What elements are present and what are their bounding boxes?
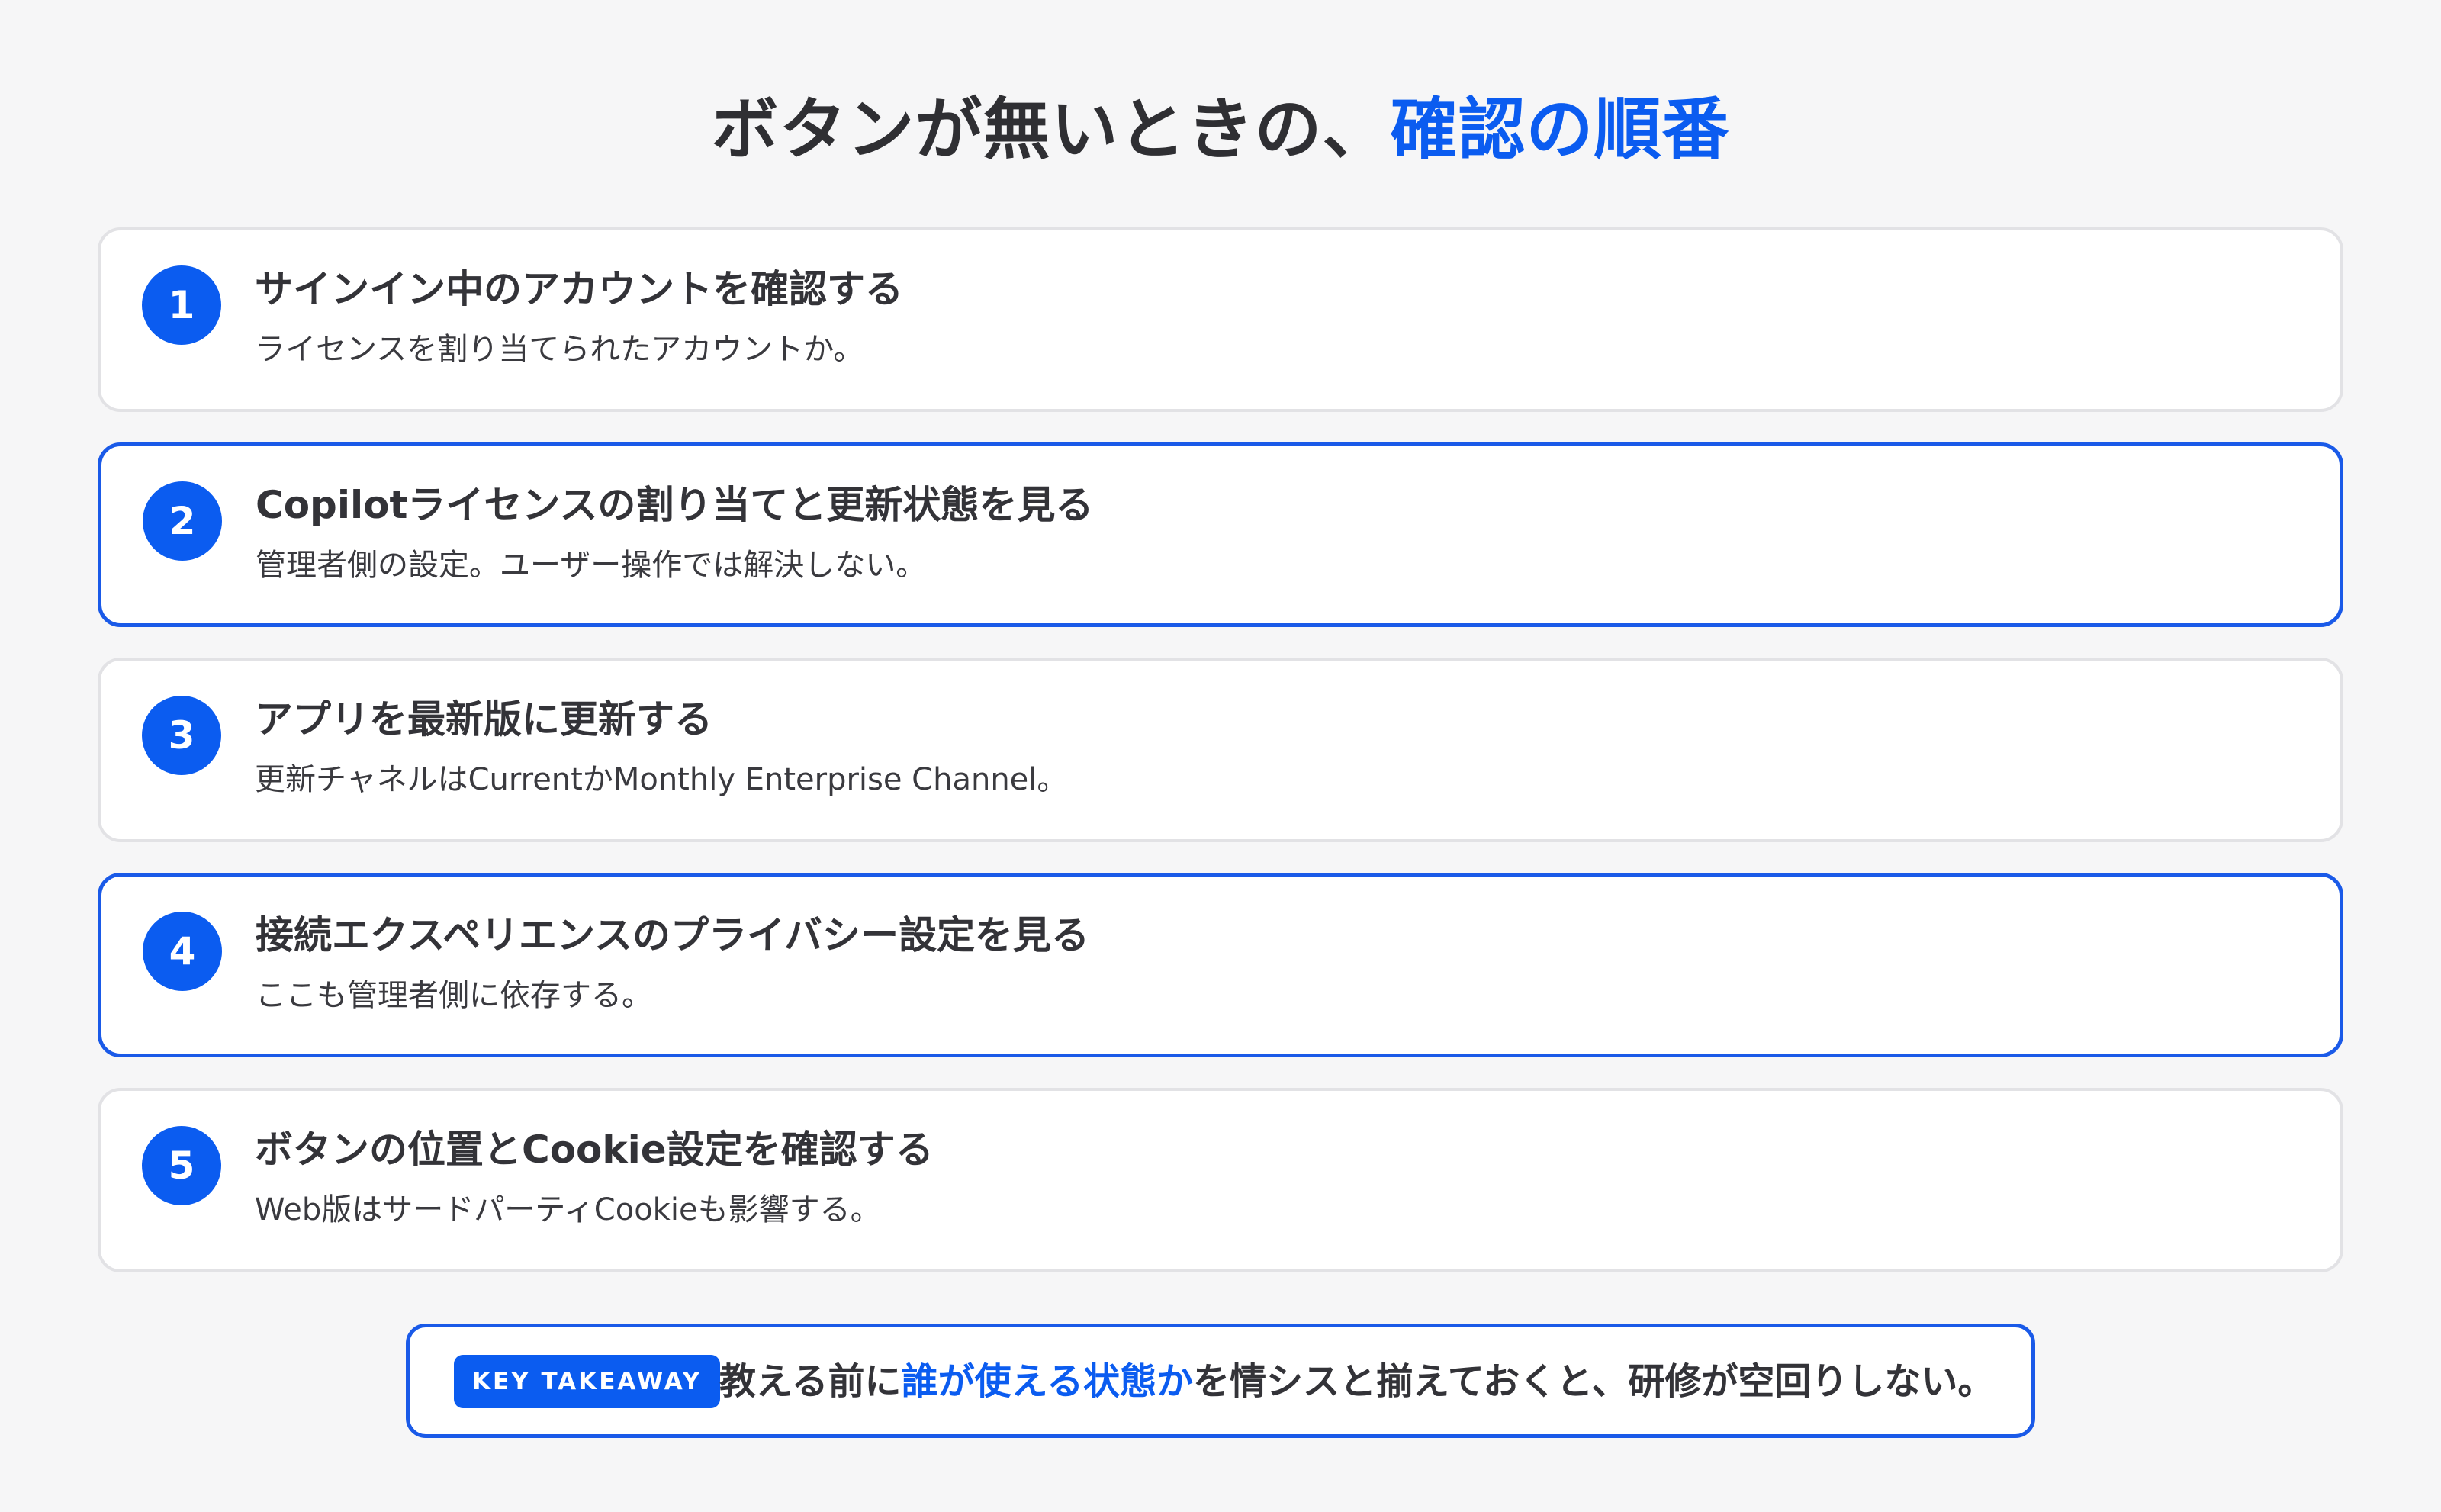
step-description: Web版はサードパーティCookieも影響する。 bbox=[255, 1192, 881, 1227]
page-title: ボタンが無いときの、確認の順番 bbox=[0, 84, 2441, 175]
page-title-accent: 確認の順番 bbox=[1390, 90, 1730, 169]
takeaway-text-before: 教える前に bbox=[719, 1360, 902, 1403]
takeaway-text-accent: 誰が使える状態か bbox=[901, 1360, 1194, 1403]
step-title: 接続エクスペリエンスのプライバシー設定を見る bbox=[256, 913, 1089, 957]
step-card-1: 1 サインイン中のアカウントを確認する ライセンスを割り当てられたアカウントか。 bbox=[98, 227, 2343, 412]
step-description: ここも管理者側に依存する。 bbox=[256, 978, 652, 1013]
takeaway-text-after: を情シスと揃えておくと、研修が空回りしない。 bbox=[1193, 1360, 1995, 1403]
step-card-4: 4 接続エクスペリエンスのプライバシー設定を見る ここも管理者側に依存する。 bbox=[98, 873, 2343, 1057]
step-number-badge: 1 bbox=[142, 265, 221, 345]
step-number-badge: 2 bbox=[143, 481, 222, 561]
step-number-badge: 4 bbox=[143, 912, 222, 991]
step-title: アプリを最新版に更新する bbox=[255, 697, 712, 742]
step-number-badge: 3 bbox=[142, 696, 221, 775]
step-title: ボタンの位置とCookie設定を確認する bbox=[255, 1128, 934, 1172]
step-description: ライセンスを割り当てられたアカウントか。 bbox=[255, 332, 864, 367]
step-title: Copilotライセンスの割り当てと更新状態を見る bbox=[256, 483, 1094, 527]
step-number-badge: 5 bbox=[142, 1126, 221, 1205]
step-description: 更新チャネルはCurrentかMonthly Enterprise Channe… bbox=[255, 762, 1068, 797]
key-takeaway-box: KEY TAKEAWAY 教える前に誰が使える状態かを情シスと揃えておくと、研修… bbox=[406, 1324, 2035, 1438]
key-takeaway-text: 教える前に誰が使える状態かを情シスと揃えておくと、研修が空回りしない。 bbox=[719, 1356, 1994, 1407]
step-list: 1 サインイン中のアカウントを確認する ライセンスを割り当てられたアカウントか。… bbox=[98, 227, 2343, 1303]
step-card-3: 3 アプリを最新版に更新する 更新チャネルはCurrentかMonthly En… bbox=[98, 658, 2343, 842]
key-takeaway-badge: KEY TAKEAWAY bbox=[454, 1355, 721, 1408]
page-title-main: ボタンが無いときの、 bbox=[711, 90, 1391, 169]
step-description: 管理者側の設定。ユーザー操作では解決しない。 bbox=[256, 548, 927, 583]
step-card-5: 5 ボタンの位置とCookie設定を確認する Web版はサードパーティCooki… bbox=[98, 1088, 2343, 1272]
step-title: サインイン中のアカウントを確認する bbox=[255, 267, 903, 311]
step-card-2: 2 Copilotライセンスの割り当てと更新状態を見る 管理者側の設定。ユーザー… bbox=[98, 442, 2343, 627]
